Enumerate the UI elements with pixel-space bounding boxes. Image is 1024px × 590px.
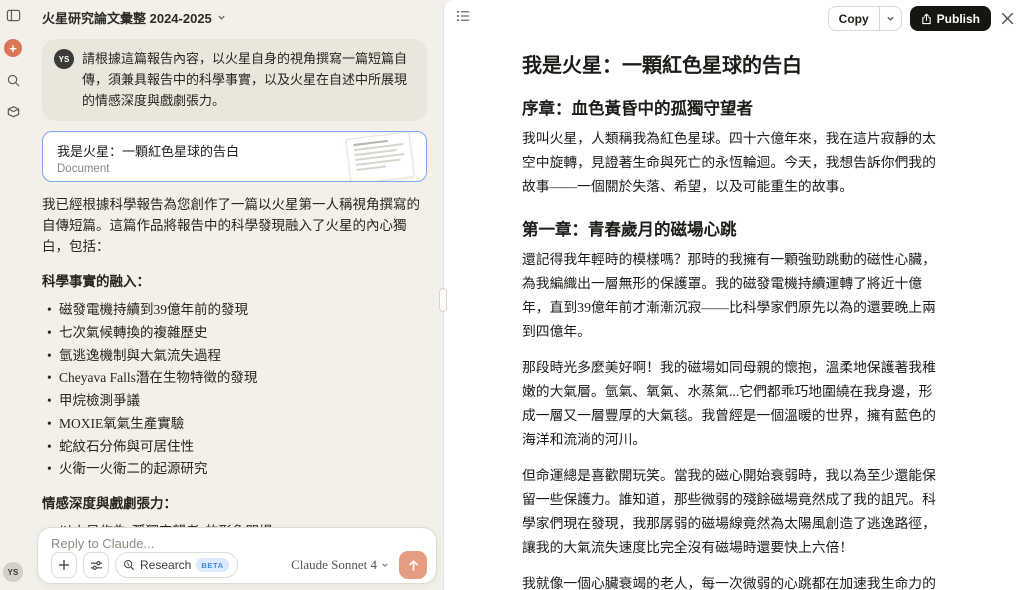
chevron-down-icon bbox=[217, 13, 226, 22]
artifact-preview-card[interactable]: 我是火星：一顆紅色星球的告白 Document bbox=[42, 131, 427, 182]
list-item: 氫逃逸機制與大氣流失過程 bbox=[42, 346, 427, 366]
sidebar-toggle-icon[interactable] bbox=[6, 8, 21, 23]
chevron-down-icon bbox=[886, 14, 895, 23]
panel-resize-handle[interactable] bbox=[439, 288, 447, 312]
share-up-icon bbox=[921, 13, 932, 25]
chat-title: 火星研究論文彙整 2024-2025 bbox=[42, 8, 212, 27]
section-paragraph: 我就像一個心臟衰竭的老人，每一次微弱的心跳都在加速我生命力的流逝。 bbox=[522, 572, 946, 590]
document-section: 序章：血色黃昏中的孤獨守望者 我叫火星，人類稱我為紅色星球。四十六億年來，我在這… bbox=[522, 95, 946, 199]
section-heading: 第一章：青春歲月的磁場心跳 bbox=[522, 216, 946, 240]
new-chat-button[interactable]: + bbox=[4, 39, 22, 57]
assistant-intro: 我已經根據科學報告為您創作了一篇以火星第一人稱視角撰寫的自傳短篇。這篇作品將報告… bbox=[42, 195, 427, 258]
publish-label: Publish bbox=[937, 12, 980, 26]
copy-button[interactable]: Copy bbox=[829, 7, 879, 30]
chevron-down-icon bbox=[381, 561, 389, 569]
list-item: 以火星作為"孤獨守望者"的形象開場 bbox=[42, 522, 427, 527]
assistant-science-heading: 科學事實的融入： bbox=[42, 270, 427, 290]
beta-badge: BETA bbox=[196, 558, 228, 572]
publish-button[interactable]: Publish bbox=[910, 6, 991, 31]
assistant-emotion-list: 以火星作為"孤獨守望者"的形象開場將磁場衰弱比喻為"心臟衰竭"的痛苦氫原子逃逸如… bbox=[42, 522, 427, 527]
document-title: 我是火星：一顆紅色星球的告白 bbox=[522, 49, 946, 78]
copy-split-button: Copy bbox=[828, 6, 902, 31]
research-icon bbox=[123, 559, 135, 571]
user-message: YS 請根據這篇報告內容，以火星自身的視角撰寫一篇短篇自傳，須兼具報告中的科學事… bbox=[42, 39, 427, 121]
research-button[interactable]: Research BETA bbox=[115, 552, 238, 578]
section-paragraph: 還記得我年輕時的模樣嗎？那時的我擁有一顆強勁跳動的磁性心臟，為我編織出一層無形的… bbox=[522, 248, 946, 344]
tools-button[interactable] bbox=[83, 552, 109, 578]
composer-toolbar: Research BETA Claude Sonnet 4 bbox=[51, 551, 427, 579]
send-button[interactable] bbox=[399, 551, 427, 579]
assistant-message: 我已經根據科學報告為您創作了一篇以火星第一人稱視角撰寫的自傳短篇。這篇作品將報告… bbox=[42, 195, 427, 527]
section-heading: 序章：血色黃昏中的孤獨守望者 bbox=[522, 95, 946, 119]
arrow-up-icon bbox=[407, 559, 420, 572]
composer-input[interactable]: Reply to Claude... bbox=[51, 536, 427, 551]
sidebar-rail: + YS bbox=[0, 0, 26, 590]
section-paragraph: 但命運總是喜歡開玩笑。當我的磁心開始衰弱時，我以為至少還能保留一些保護力。誰知道… bbox=[522, 464, 946, 560]
list-item: 磁發電機持續到39億年前的發現 bbox=[42, 300, 427, 320]
artifact-thumbnail bbox=[345, 132, 414, 183]
assistant-emotion-heading: 情感深度與戲劇張力： bbox=[42, 492, 427, 512]
chat-messages[interactable]: YS 請根據這篇報告內容，以火星自身的視角撰寫一篇短篇自傳，須兼具報告中的科學事… bbox=[26, 31, 443, 527]
list-item: 七次氣候轉換的複雜歷史 bbox=[42, 323, 427, 343]
list-item: Cheyava Falls潛在生物特徵的發現 bbox=[42, 368, 427, 388]
sliders-icon bbox=[90, 559, 103, 572]
assistant-science-list: 磁發電機持續到39億年前的發現七次氣候轉換的複雜歷史氫逃逸機制與大氣流失過程Ch… bbox=[42, 300, 427, 480]
plus-icon bbox=[58, 559, 70, 571]
list-item: 蛇紋石分佈與可居住性 bbox=[42, 437, 427, 457]
artifact-panel: Copy Publish 我是火星：一顆紅色星球的告白 bbox=[443, 0, 1024, 590]
account-avatar[interactable]: YS bbox=[3, 562, 23, 582]
document-sections: 序章：血色黃昏中的孤獨守望者 我叫火星，人類稱我為紅色星球。四十六億年來，我在這… bbox=[522, 95, 946, 590]
document-section: 第一章：青春歲月的磁場心跳 還記得我年輕時的模樣嗎？那時的我擁有一顆強勁跳動的磁… bbox=[522, 216, 946, 590]
user-avatar: YS bbox=[54, 49, 74, 69]
projects-box-icon[interactable] bbox=[6, 104, 21, 119]
artifact-toolbar: Copy Publish bbox=[444, 0, 1024, 33]
document-content: 我是火星：一顆紅色星球的告白 序章：血色黃昏中的孤獨守望者 我叫火星，人類稱我為… bbox=[522, 33, 946, 590]
artifact-actions: Copy Publish bbox=[828, 6, 1014, 31]
attach-button[interactable] bbox=[51, 552, 77, 578]
list-item: 火衛一火衛二的起源研究 bbox=[42, 459, 427, 479]
search-chats-icon[interactable] bbox=[6, 73, 21, 88]
message-composer[interactable]: Reply to Claude... Research BETA Claude … bbox=[37, 527, 437, 584]
chat-title-bar[interactable]: 火星研究論文彙整 2024-2025 bbox=[26, 0, 443, 31]
model-selector[interactable]: Claude Sonnet 4 bbox=[291, 557, 389, 573]
outline-list-icon[interactable] bbox=[456, 9, 471, 28]
chat-panel: 火星研究論文彙整 2024-2025 YS 請根據這篇報告內容，以火星自身的視角… bbox=[26, 0, 443, 590]
list-item: MOXIE氧氣生產實驗 bbox=[42, 414, 427, 434]
model-name: Claude Sonnet 4 bbox=[291, 557, 377, 573]
close-icon[interactable] bbox=[1001, 12, 1014, 25]
section-paragraph: 那段時光多麼美好啊！我的磁場如同母親的懷抱，溫柔地保護著我稚嫩的大氣層。氫氣、氧… bbox=[522, 356, 946, 452]
document-viewport[interactable]: 我是火星：一顆紅色星球的告白 序章：血色黃昏中的孤獨守望者 我叫火星，人類稱我為… bbox=[444, 33, 1024, 590]
user-message-text: 請根據這篇報告內容，以火星自身的視角撰寫一篇短篇自傳，須兼具報告中的科學事實，以… bbox=[82, 49, 415, 111]
section-paragraph: 我叫火星，人類稱我為紅色星球。四十六億年來，我在這片寂靜的太空中旋轉，見證著生命… bbox=[522, 127, 946, 199]
app-window: + YS 火星研究論文彙整 2024-2025 YS 請根據這篇報告內容，以火星… bbox=[0, 0, 1024, 590]
copy-options-button[interactable] bbox=[879, 7, 901, 30]
research-label: Research bbox=[140, 558, 191, 572]
list-item: 甲烷檢測爭議 bbox=[42, 391, 427, 411]
